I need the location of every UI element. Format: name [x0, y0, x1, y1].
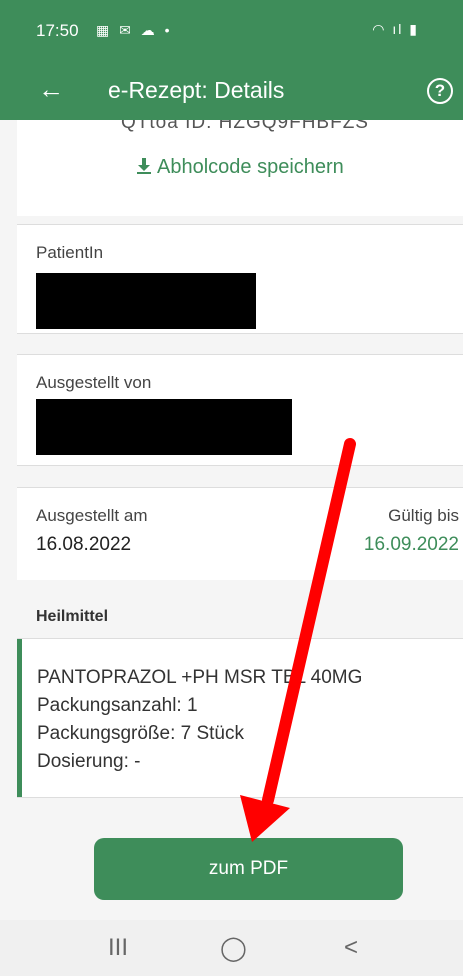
signal-battery-icons: ◠ ıl ▮ — [372, 21, 419, 37]
back-arrow-icon[interactable]: ← — [38, 74, 64, 104]
dosage: Dosierung: - — [37, 751, 141, 772]
issuer-card: Ausgestellt von — [17, 355, 463, 465]
notification-icons: ▦ ✉ ☁ • — [96, 22, 173, 38]
app-bar: ← e-Rezept: Details ? — [0, 62, 463, 120]
help-icon[interactable]: ? — [427, 78, 453, 104]
save-pickup-code-button[interactable]: Abholcode speichern — [135, 156, 344, 179]
patient-label: PatientIn — [36, 243, 104, 262]
recent-apps-icon[interactable]: III — [108, 934, 128, 962]
status-bar: 17:50 ▦ ✉ ☁ • ◠ ıl ▮ — [0, 0, 463, 62]
medication-card[interactable]: PANTOPRAZOL +PH MSR TBL 40MG Packungsanz… — [17, 639, 463, 797]
medication-name: PANTOPRAZOL +PH MSR TBL 40MG — [37, 667, 363, 688]
issued-date-label: Ausgestellt am — [36, 506, 148, 525]
patient-redacted-block — [36, 273, 256, 329]
divider — [17, 333, 463, 334]
page-title: e-Rezept: Details — [108, 77, 285, 103]
open-pdf-button[interactable]: zum PDF — [94, 838, 403, 900]
patient-card: PatientIn — [17, 225, 463, 333]
divider — [17, 465, 463, 466]
details-content[interactable]: QTtoa ID: HZGQ9FHBFZS Abholcode speicher… — [0, 120, 463, 920]
download-icon — [137, 158, 151, 174]
save-pickup-code-label: Abholcode speichern — [157, 156, 344, 178]
issuer-label: Ausgestellt von — [36, 373, 152, 392]
home-icon[interactable]: ◯ — [220, 934, 247, 963]
medication-section-title: Heilmittel — [36, 608, 109, 625]
dates-card: Ausgestellt am 16.08.2022 Gültig bis 16.… — [17, 488, 463, 580]
issued-date-value: 16.08.2022 — [36, 534, 132, 555]
divider — [17, 797, 463, 798]
valid-until-value: 16.09.2022 — [363, 534, 459, 555]
status-time: 17:50 — [36, 21, 79, 40]
issuer-redacted-block — [36, 399, 292, 455]
pickup-code-card: QTtoa ID: HZGQ9FHBFZS Abholcode speicher… — [17, 120, 463, 216]
code-id-text: QTtoa ID: HZGQ9FHBFZS — [121, 120, 369, 133]
pack-size: Packungsgröße: 7 Stück — [37, 723, 244, 744]
system-back-icon[interactable]: < — [344, 934, 358, 962]
valid-until-label: Gültig bis — [388, 506, 459, 525]
pack-count: Packungsanzahl: 1 — [37, 695, 198, 716]
system-nav-bar: III ◯ < — [0, 920, 463, 976]
